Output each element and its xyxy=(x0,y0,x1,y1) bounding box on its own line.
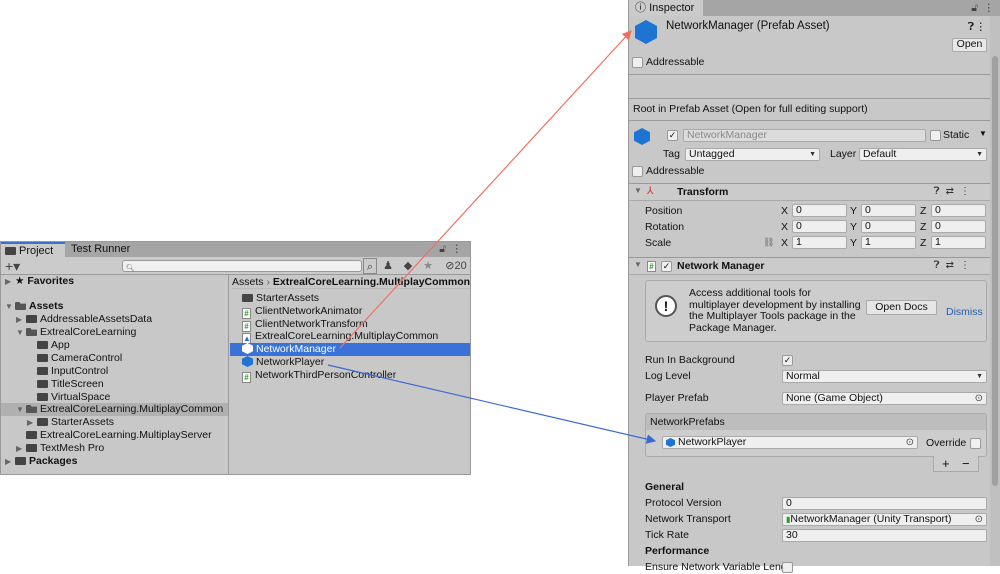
red-arrow xyxy=(339,30,632,349)
blue-arrow xyxy=(327,364,657,444)
annotation-arrows xyxy=(327,30,657,444)
